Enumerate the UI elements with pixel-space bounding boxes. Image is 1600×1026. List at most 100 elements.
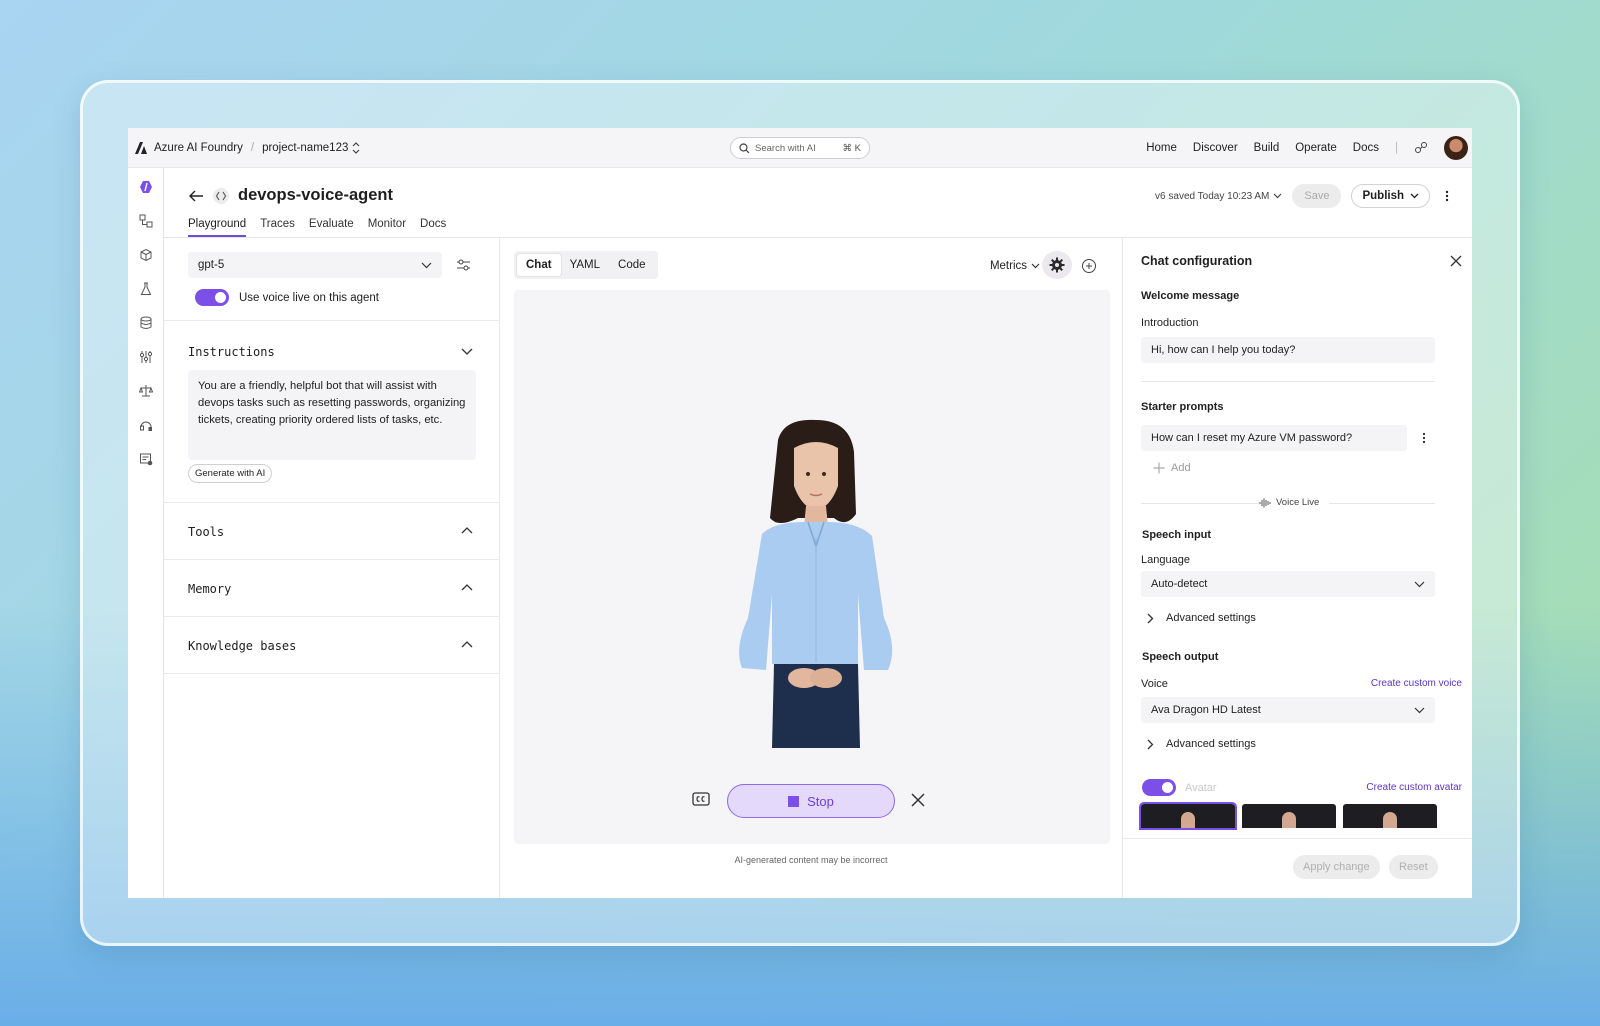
tab-traces[interactable]: Traces — [260, 218, 295, 237]
tools-section[interactable]: Tools — [164, 502, 499, 560]
rail-agent-icon[interactable] — [137, 178, 155, 196]
save-button[interactable]: Save — [1292, 184, 1342, 208]
metrics-label: Metrics — [989, 260, 1027, 272]
rail-flask-icon[interactable] — [137, 280, 155, 298]
left-rail — [128, 168, 164, 898]
rail-governance-icon[interactable] — [137, 450, 155, 468]
chevron-up-icon[interactable] — [461, 641, 473, 648]
starter-prompt-input[interactable]: How can I reset my Azure VM password? — [1141, 425, 1407, 451]
tools-title: Tools — [188, 525, 225, 539]
tab-chat[interactable]: Chat — [517, 254, 561, 276]
create-custom-avatar-link[interactable]: Create custom avatar — [1366, 782, 1462, 793]
more-options-icon[interactable] — [1440, 189, 1454, 203]
tab-code[interactable]: Code — [609, 254, 655, 276]
nav-docs[interactable]: Docs — [1353, 142, 1379, 154]
speech-input-advanced-settings[interactable]: Advanced settings — [1147, 612, 1256, 624]
metrics-dropdown[interactable]: Metrics — [990, 260, 1040, 272]
voice-live-toggle[interactable] — [195, 289, 229, 306]
chevron-up-icon[interactable] — [461, 527, 473, 534]
add-prompt-button[interactable]: Add — [1153, 462, 1191, 474]
chevron-right-icon — [1147, 739, 1154, 749]
instructions-title: Instructions — [188, 345, 275, 359]
rail-monitor-icon[interactable] — [137, 416, 155, 434]
tab-docs[interactable]: Docs — [420, 218, 446, 237]
rail-tools-icon[interactable] — [137, 348, 155, 366]
brand-name: Azure AI Foundry — [154, 141, 243, 154]
rail-scale-icon[interactable] — [137, 382, 155, 400]
app-window: Azure AI Foundry / project-name123 Searc… — [128, 128, 1472, 898]
voice-live-label: Use voice live on this agent — [239, 291, 379, 304]
nav-divider: | — [1395, 142, 1398, 154]
avatar-toggle[interactable] — [1142, 779, 1176, 796]
intro-label: Introduction — [1141, 317, 1199, 329]
chevron-down-icon — [1410, 193, 1419, 199]
create-custom-voice-link[interactable]: Create custom voice — [1371, 678, 1462, 689]
nav-build[interactable]: Build — [1254, 142, 1280, 154]
header-actions: v6 saved Today 10:23 AM Save Publish — [1155, 184, 1454, 208]
memory-title: Memory — [188, 582, 232, 596]
updown-chevron-icon — [352, 141, 360, 154]
voice-label: Voice — [1141, 678, 1168, 690]
page-title: devops-voice-agent — [238, 186, 393, 204]
speech-output-advanced-settings[interactable]: Advanced settings — [1147, 738, 1256, 750]
avatar-thumbnail[interactable] — [1343, 804, 1437, 828]
close-icon[interactable] — [910, 792, 926, 808]
advanced-label: Advanced settings — [1166, 738, 1256, 750]
back-arrow-icon[interactable] — [188, 189, 204, 203]
more-options-icon[interactable] — [1421, 432, 1427, 444]
settings-button[interactable] — [1042, 251, 1072, 279]
chevron-down-icon — [1414, 581, 1425, 587]
memory-section[interactable]: Memory — [164, 559, 499, 617]
project-picker[interactable]: project-name123 — [262, 142, 360, 154]
avatar-thumbnail[interactable] — [1139, 802, 1237, 830]
avatar-thumbnail[interactable] — [1242, 804, 1336, 828]
apply-change-button[interactable]: Apply change — [1293, 855, 1380, 879]
language-value: Auto-detect — [1151, 578, 1208, 590]
new-chat-icon[interactable] — [1081, 258, 1097, 274]
chevron-up-icon[interactable] — [461, 584, 473, 591]
advanced-label: Advanced settings — [1166, 612, 1256, 624]
stop-button[interactable]: Stop — [727, 784, 895, 818]
search-placeholder: Search with AI — [755, 142, 816, 154]
search-icon — [739, 142, 750, 153]
share-icon[interactable] — [1414, 141, 1428, 155]
rail-models-icon[interactable] — [137, 246, 155, 264]
chevron-down-icon[interactable] — [461, 348, 473, 355]
intro-input[interactable]: Hi, how can I help you today? — [1141, 337, 1435, 363]
panel-footer: Apply change Reset — [1123, 838, 1472, 898]
search-input[interactable]: Search with AI ⌘ K — [730, 137, 870, 159]
captions-icon[interactable] — [692, 792, 710, 806]
nav-discover[interactable]: Discover — [1193, 142, 1238, 154]
model-value: gpt-5 — [198, 259, 225, 271]
tab-monitor[interactable]: Monitor — [368, 218, 406, 237]
generate-with-ai-button[interactable]: Generate with AI — [188, 464, 273, 483]
tab-playground[interactable]: Playground — [188, 218, 247, 237]
brand[interactable]: Azure AI Foundry — [134, 141, 243, 155]
reset-button[interactable]: Reset — [1389, 855, 1438, 879]
user-avatar[interactable] — [1444, 136, 1468, 160]
divider — [1141, 381, 1435, 382]
title-row: devops-voice-agent — [188, 186, 393, 205]
publish-button[interactable]: Publish — [1351, 184, 1430, 208]
language-label: Language — [1141, 554, 1190, 566]
model-select[interactable]: gpt-5 — [188, 252, 442, 278]
avatar-figure — [739, 419, 893, 748]
nav-operate[interactable]: Operate — [1295, 142, 1337, 154]
knowledge-section[interactable]: Knowledge bases — [164, 616, 499, 674]
nav-home[interactable]: Home — [1146, 142, 1177, 154]
tab-evaluate[interactable]: Evaluate — [309, 218, 354, 237]
rail-data-icon[interactable] — [137, 314, 155, 332]
avatar-thumbnails — [1139, 802, 1437, 830]
voice-select[interactable]: Ava Dragon HD Latest — [1141, 697, 1435, 723]
version-dropdown[interactable]: v6 saved Today 10:23 AM — [1155, 191, 1282, 202]
add-label: Add — [1171, 462, 1191, 474]
search-shortcut: ⌘ K — [842, 142, 861, 154]
publish-label: Publish — [1362, 190, 1404, 202]
rail-flow-icon[interactable] — [137, 212, 155, 230]
language-select[interactable]: Auto-detect — [1141, 571, 1435, 597]
model-settings-icon[interactable] — [456, 258, 471, 272]
tab-yaml[interactable]: YAML — [561, 254, 609, 276]
instructions-textarea[interactable]: You are a friendly, helpful bot that wil… — [188, 370, 476, 460]
close-icon[interactable] — [1450, 255, 1462, 267]
gear-icon — [1049, 257, 1065, 273]
